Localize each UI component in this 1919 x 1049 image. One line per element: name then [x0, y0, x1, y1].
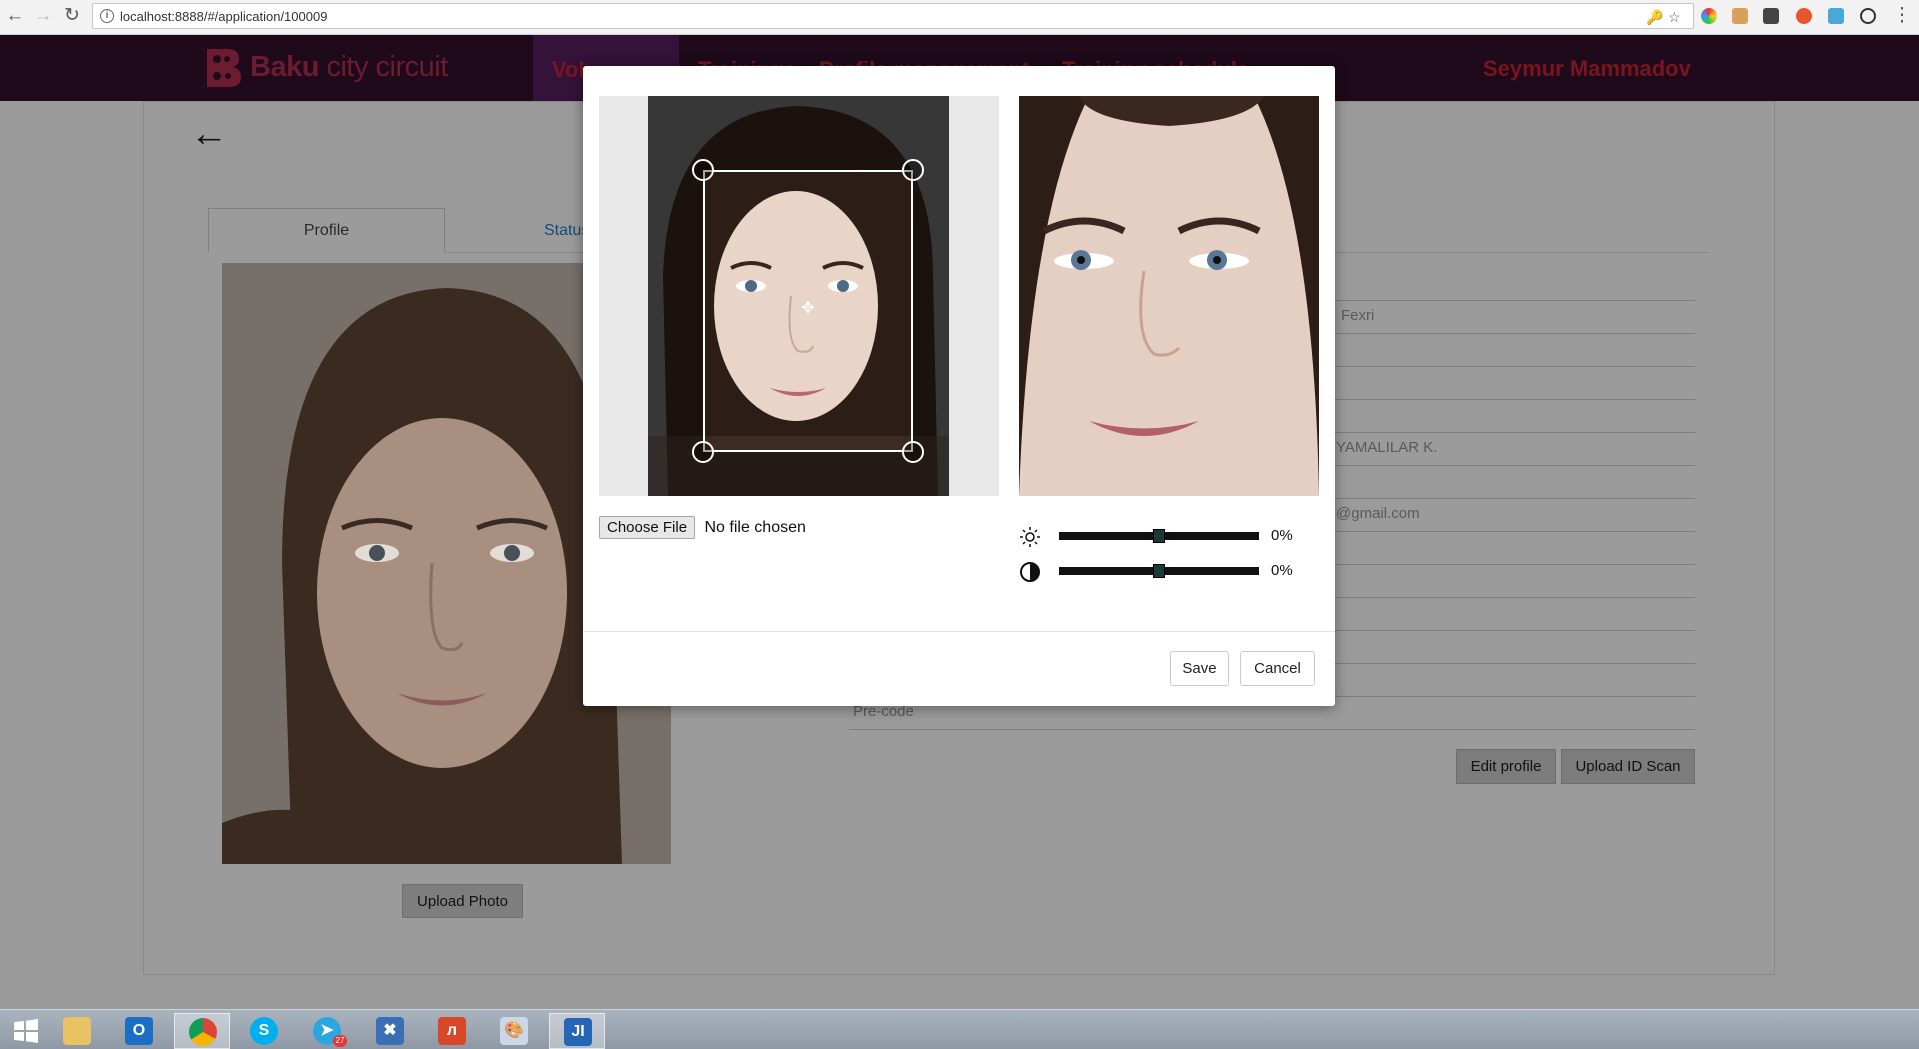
crop-handle-top-right[interactable]: [902, 159, 924, 181]
star-icon[interactable]: ☆: [1668, 9, 1681, 26]
crop-dim-right: [913, 170, 949, 452]
crop-dim-top: [648, 96, 949, 170]
contrast-value: 0%: [1271, 562, 1293, 579]
crop-dim-left: [648, 170, 703, 452]
taskbar-app-acrobat[interactable]: л: [424, 1013, 480, 1049]
brightness-value: 0%: [1271, 527, 1293, 544]
extension-window-icon[interactable]: [1828, 8, 1844, 24]
brightness-slider[interactable]: [1059, 529, 1259, 543]
save-button[interactable]: Save: [1170, 651, 1229, 686]
upload-id-scan-button[interactable]: Upload ID Scan: [1561, 749, 1695, 784]
extension-fire-icon[interactable]: [1796, 8, 1812, 24]
forward-icon[interactable]: →: [32, 5, 54, 27]
crop-handle-bottom-right[interactable]: [902, 441, 924, 463]
menu-dots-icon[interactable]: ⋮: [1891, 5, 1913, 27]
crop-area[interactable]: ✥: [599, 96, 999, 496]
tab-profile[interactable]: Profile: [208, 208, 445, 252]
url-text: localhost:8888/#/application/100009: [120, 9, 328, 24]
back-icon[interactable]: ←: [4, 5, 26, 27]
edit-profile-button[interactable]: Edit profile: [1456, 749, 1556, 784]
contrast-icon: [1020, 562, 1040, 582]
cancel-button[interactable]: Cancel: [1240, 651, 1315, 686]
brightness-icon: [1020, 527, 1040, 547]
form-field-line: [849, 729, 1695, 730]
taskbar-app-explorer[interactable]: [49, 1013, 105, 1049]
brightness-slider-thumb[interactable]: [1153, 529, 1165, 543]
extension-brush-icon[interactable]: [1732, 8, 1748, 24]
email-value[interactable]: @gmail.com: [1336, 505, 1420, 522]
user-name[interactable]: Seymur Mammadov: [1483, 56, 1691, 82]
taskbar-app-jetbrains[interactable]: JI: [549, 1013, 605, 1049]
skype-icon: S: [250, 1017, 278, 1045]
taskbar-app-telegram[interactable]: ➤ 27: [299, 1013, 355, 1049]
crop-handle-bottom-left[interactable]: [692, 441, 714, 463]
upload-photo-button[interactable]: Upload Photo: [402, 884, 523, 918]
browser-toolbar: ← → ↻ i localhost:8888/#/application/100…: [0, 0, 1919, 35]
contrast-slider-thumb[interactable]: [1153, 564, 1165, 578]
extension-puzzle-icon[interactable]: [1763, 8, 1779, 24]
crop-handle-top-left[interactable]: [692, 159, 714, 181]
windows-icon: [14, 1019, 38, 1043]
telegram-badge: 27: [333, 1035, 347, 1047]
logo-text: Baku city circuit: [250, 51, 448, 83]
taskbar: O S ➤ 27 ✖ л 🎨 JI: [0, 1009, 1919, 1049]
extension-color-icon[interactable]: [1701, 8, 1717, 24]
jetbrains-icon: JI: [564, 1018, 592, 1046]
paint-icon: 🎨: [500, 1017, 528, 1045]
contrast-slider[interactable]: [1059, 564, 1259, 578]
file-status-text: No file chosen: [704, 518, 806, 536]
crop-preview: [1019, 96, 1319, 496]
first-name-value[interactable]: Fexri: [1341, 307, 1374, 324]
logo-icon: [207, 49, 241, 87]
key-icon[interactable]: 🔑: [1646, 9, 1663, 26]
info-icon[interactable]: i: [100, 9, 114, 23]
taskbar-app-chrome[interactable]: [174, 1013, 230, 1049]
taskbar-app-skype[interactable]: S: [236, 1013, 292, 1049]
outlook-icon: O: [125, 1017, 153, 1045]
tools-icon: ✖: [376, 1017, 404, 1045]
move-icon[interactable]: ✥: [799, 300, 817, 318]
extension-sync-icon[interactable]: [1860, 8, 1876, 24]
start-button[interactable]: [0, 1013, 56, 1049]
taskbar-app-outlook[interactable]: O: [111, 1013, 167, 1049]
back-arrow-icon[interactable]: ←: [190, 113, 228, 156]
modal-footer-divider: [583, 631, 1335, 632]
taskbar-app-paint[interactable]: 🎨: [486, 1013, 542, 1049]
taskbar-app-tools[interactable]: ✖: [362, 1013, 418, 1049]
file-input-row: Choose File No file chosen: [599, 516, 806, 539]
choose-file-button[interactable]: Choose File: [599, 516, 696, 539]
nav-item-volunteers[interactable]: Vol: [552, 57, 585, 83]
address-bar[interactable]: i localhost:8888/#/application/100009 🔑 …: [92, 3, 1694, 29]
chrome-icon: [189, 1018, 217, 1046]
acrobat-icon: л: [438, 1017, 466, 1045]
photo-cropper-modal: ✥ Choose File No file chosen 0% 0% Save …: [583, 66, 1335, 706]
reload-icon[interactable]: ↻: [61, 5, 83, 27]
address-value[interactable]: YAMALILAR K.: [1336, 439, 1437, 456]
folder-icon: [63, 1017, 91, 1045]
